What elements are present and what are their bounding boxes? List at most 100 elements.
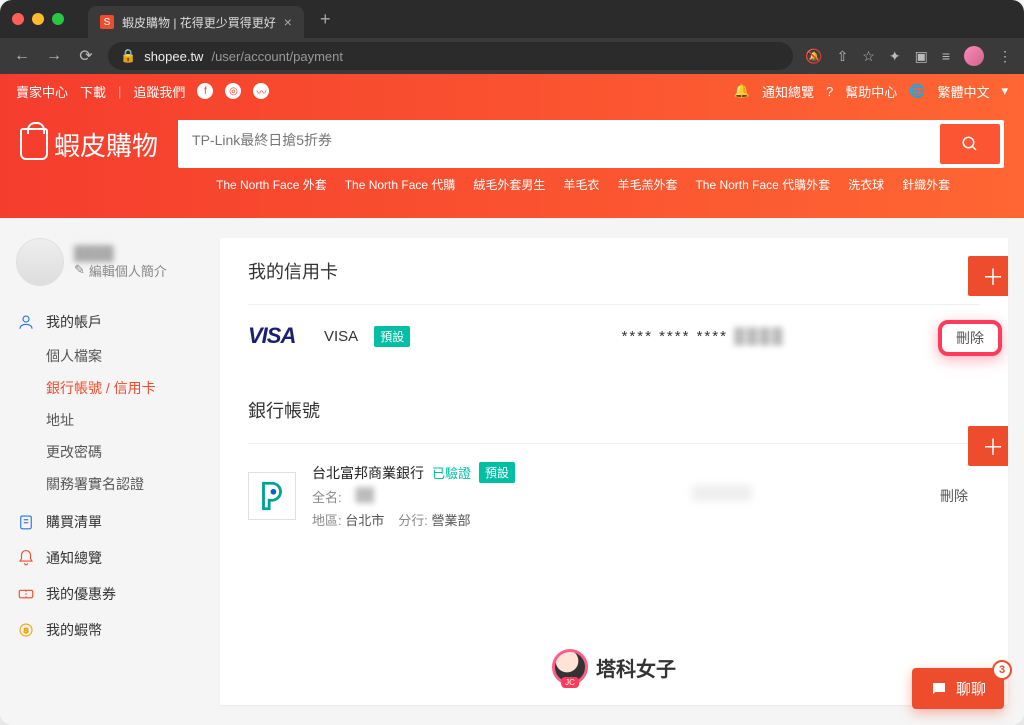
reader-icon[interactable]: ≡ [942, 48, 950, 64]
bell-outline-icon [16, 548, 36, 568]
shopee-logo[interactable]: 蝦皮購物 [20, 126, 158, 163]
user-avatar[interactable] [16, 238, 64, 286]
share-icon[interactable]: ⇧ [837, 48, 849, 65]
site-header: 蝦皮購物 The North Face 外套 The North Face 代購… [0, 108, 1024, 218]
suggestion-item[interactable]: 羊毛羔外套 [617, 176, 677, 193]
sidebar-sub-realname[interactable]: 關務署實名認證 [16, 468, 196, 500]
credit-card-row: VISA VISA 預設 **** **** **** ████ 刪除 [248, 304, 980, 367]
default-badge: 預設 [374, 326, 410, 347]
fullname-label: 全名: [312, 487, 342, 506]
forward-button[interactable]: → [44, 47, 64, 65]
region-value: 台北市 [345, 513, 384, 528]
bookmark-icon[interactable]: ☆ [862, 48, 875, 65]
search-icon [961, 135, 979, 153]
suggestion-item[interactable]: 羊毛衣 [563, 176, 599, 193]
sidebar-item-coins[interactable]: S 我的蝦幣 [16, 612, 196, 648]
tab-title: 蝦皮購物 | 花得更少買得更好 [122, 14, 276, 31]
credit-cards-title: 我的信用卡 [248, 258, 338, 284]
search-suggestions: The North Face 外套 The North Face 代購 絨毛外套… [20, 176, 1004, 193]
fullname-value: ██ [356, 487, 374, 506]
url-domain: shopee.tw [144, 49, 203, 64]
edit-profile-link[interactable]: ✎ 編輯個人簡介 [74, 261, 167, 280]
fubon-bank-logo [248, 472, 296, 520]
address-bar[interactable]: 🔒 shopee.tw/user/account/payment [108, 42, 793, 70]
sidebar-item-account[interactable]: 我的帳戶 [16, 304, 196, 340]
add-card-button[interactable]: ＋ [968, 256, 1008, 296]
suggestion-item[interactable]: The North Face 外套 [216, 176, 327, 193]
sidebar-sub-profile[interactable]: 個人檔案 [16, 340, 196, 372]
verified-badge: 已驗證 [432, 463, 471, 482]
instagram-icon[interactable]: ◎ [225, 83, 241, 99]
bank-account-number [531, 485, 912, 506]
payment-panel: ＋ ＋ 我的信用卡 VISA VISA 預設 **** **** **** ██… [220, 238, 1008, 705]
browser-toolbar: ← → ⟳ 🔒 shopee.tw/user/account/payment 🔕… [0, 38, 1024, 74]
suggestion-item[interactable]: 絨毛外套男生 [473, 176, 545, 193]
card-last4: ████ [734, 328, 785, 345]
bank-accounts-title: 銀行帳號 [248, 397, 320, 423]
seller-center-link[interactable]: 賣家中心 [16, 82, 68, 101]
cast-icon[interactable]: ▣ [915, 48, 928, 65]
visa-logo: VISA [248, 323, 308, 349]
notifications-link[interactable]: 通知總覽 [762, 82, 814, 101]
browser-tab[interactable]: S 蝦皮購物 | 花得更少買得更好 × [88, 6, 304, 38]
sidebar-sub-password[interactable]: 更改密碼 [16, 436, 196, 468]
suggestion-item[interactable]: 針織外套 [902, 176, 950, 193]
coin-icon: S [16, 620, 36, 640]
bell-icon[interactable]: 🔔 [734, 83, 750, 99]
user-icon [16, 312, 36, 332]
menu-icon[interactable]: ⋮ [998, 48, 1012, 65]
sidebar-item-purchase[interactable]: 購買清單 [16, 504, 196, 540]
clipboard-icon [16, 512, 36, 532]
pencil-icon: ✎ [74, 262, 85, 278]
suggestion-item[interactable]: 洗衣球 [848, 176, 884, 193]
account-sidebar: ████ ✎ 編輯個人簡介 我的帳戶 個人檔案 銀行帳號 / 信用卡 地址 更改… [16, 238, 196, 705]
line-icon[interactable]: 〰 [253, 83, 269, 99]
search-button[interactable] [940, 124, 1000, 164]
reload-button[interactable]: ⟳ [76, 46, 96, 66]
window-close-dot[interactable] [12, 13, 24, 25]
chat-badge: 3 [992, 660, 1012, 680]
chat-icon [930, 680, 948, 698]
sidebar-item-coupons[interactable]: 我的優惠券 [16, 576, 196, 612]
search-input[interactable] [178, 120, 940, 160]
card-number: **** **** **** ████ [426, 328, 980, 345]
help-icon: ? [826, 84, 833, 99]
window-maximize-dot[interactable] [52, 13, 64, 25]
watermark-avatar-icon [552, 649, 588, 685]
facebook-icon[interactable]: f [197, 83, 213, 99]
browser-tab-strip: S 蝦皮購物 | 花得更少買得更好 × + [0, 0, 1024, 38]
follow-us-link[interactable]: 追蹤我們 [133, 82, 185, 101]
svg-text:S: S [23, 626, 28, 635]
profile-avatar-icon[interactable] [964, 46, 984, 66]
card-type-label: VISA [324, 328, 358, 345]
bank-default-badge: 預設 [479, 462, 515, 483]
window-minimize-dot[interactable] [32, 13, 44, 25]
back-button[interactable]: ← [12, 47, 32, 65]
delete-bank-button[interactable]: 刪除 [928, 478, 980, 514]
download-link[interactable]: 下載 [80, 82, 106, 101]
logo-text: 蝦皮購物 [54, 126, 158, 163]
mute-icon[interactable]: 🔕 [805, 48, 822, 65]
sidebar-sub-payment[interactable]: 銀行帳號 / 信用卡 [16, 372, 196, 404]
close-tab-icon[interactable]: × [284, 14, 292, 30]
globe-icon: 🌐 [909, 83, 925, 99]
ticket-icon [16, 584, 36, 604]
language-selector[interactable]: 繁體中文 [937, 82, 989, 101]
chat-fab[interactable]: 聊聊 3 [912, 668, 1004, 709]
branch-value: 營業部 [432, 513, 471, 528]
chevron-down-icon: ▾ [1001, 83, 1008, 99]
suggestion-item[interactable]: The North Face 代購外套 [695, 176, 830, 193]
username: ████ [74, 245, 167, 261]
bag-icon [20, 128, 48, 160]
shopee-favicon: S [100, 15, 114, 29]
new-tab-button[interactable]: + [320, 9, 331, 30]
bank-name: 台北富邦商業銀行 [312, 463, 424, 483]
watermark-text: 塔科女子 [596, 653, 676, 682]
suggestion-item[interactable]: The North Face 代購 [345, 176, 456, 193]
extensions-icon[interactable]: ✦ [889, 48, 901, 65]
sidebar-item-notifications[interactable]: 通知總覽 [16, 540, 196, 576]
delete-card-button[interactable]: 刪除 [948, 326, 992, 350]
help-link[interactable]: 幫助中心 [845, 82, 897, 101]
sidebar-sub-address[interactable]: 地址 [16, 404, 196, 436]
add-bank-button[interactable]: ＋ [968, 426, 1008, 466]
